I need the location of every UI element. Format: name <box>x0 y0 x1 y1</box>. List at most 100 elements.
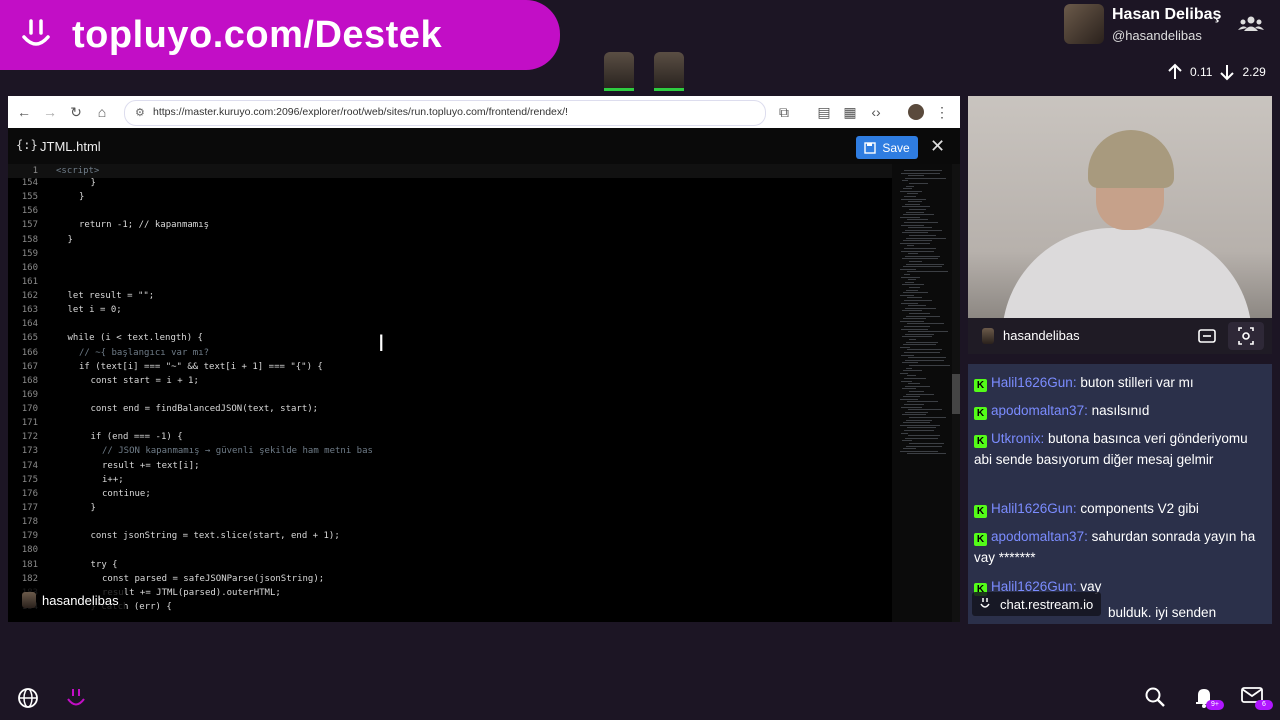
search-icon[interactable] <box>1144 686 1166 708</box>
line-number: 178 <box>21 517 38 528</box>
menu-icon[interactable]: ⋮ <box>934 104 950 120</box>
avatar <box>22 592 36 608</box>
viewer-avatars <box>604 52 684 92</box>
minimap-line <box>907 453 946 455</box>
minimap-line <box>908 409 942 411</box>
minimap-line <box>908 435 940 437</box>
close-icon[interactable]: ✕ <box>930 137 945 155</box>
minimap-line <box>901 302 918 304</box>
home-icon[interactable]: ⌂ <box>94 104 110 120</box>
code-text: // JSON kapanmamış → güvenli şekilde ham… <box>102 446 373 457</box>
line-number: 177 <box>21 502 38 513</box>
file-name: JTML.html <box>40 139 101 154</box>
code-line: 163 let i = 0; <box>8 303 892 317</box>
streamer-header: Hasan Delibaş @hasandelibas <box>1064 4 1280 52</box>
code-text: i++; <box>102 474 124 485</box>
chat-username[interactable]: Halil1626Gun <box>991 375 1073 390</box>
bandwidth-stats: 0.11 2.29 <box>1166 62 1280 82</box>
smile-icon <box>22 19 50 46</box>
reading-mode-icon[interactable]: ▤ <box>816 104 832 120</box>
minimap-line <box>905 255 940 257</box>
minimap-line <box>907 219 928 221</box>
chat-message: Kapodomaltan37: sahurdan sonrada yayın h… <box>974 526 1264 568</box>
code-minimap[interactable] <box>892 164 952 622</box>
webcam-name: hasandelibas <box>1003 328 1080 343</box>
code-text: result += text[i]; <box>102 460 200 471</box>
minimap-line <box>905 177 946 179</box>
streamer-handle: @hasandelibas <box>1112 28 1202 43</box>
minimap-line <box>904 248 936 249</box>
line-number: 171 <box>21 418 38 429</box>
chat-source: chat.restream.io <box>1000 596 1094 612</box>
code-line: 164 <box>8 317 892 331</box>
chat-username[interactable]: apodomaltan37 <box>991 403 1084 418</box>
line-number: 173 <box>21 446 38 457</box>
save-button[interactable]: Save <box>856 136 918 159</box>
avatar[interactable] <box>1064 4 1104 44</box>
minimap-line <box>900 372 908 374</box>
fullscreen-button[interactable] <box>1228 322 1264 350</box>
back-icon[interactable]: ← <box>16 104 32 120</box>
chat-message: K Halil1626Gun: buton stilleri var mı <box>974 372 1264 393</box>
chat-text: buton stilleri var mı <box>1080 375 1194 390</box>
minimap-line <box>902 310 922 312</box>
code-text: try { <box>90 559 118 570</box>
minimap-line <box>906 211 924 213</box>
minimap-line <box>900 450 938 452</box>
chat-username[interactable]: Utkronix <box>991 431 1041 446</box>
chat-footer: chat.restream.io <box>972 592 1102 616</box>
editor-scrollbar[interactable] <box>952 164 960 622</box>
chat-username[interactable]: apodomaltan37 <box>991 529 1084 544</box>
minimap-line <box>904 300 932 301</box>
minimap-line <box>904 196 916 197</box>
minimap-line <box>903 448 916 450</box>
globe-icon[interactable] <box>16 686 40 710</box>
devtools-icon[interactable]: ‹› <box>868 104 884 120</box>
minimap-line <box>905 229 942 231</box>
chat-username[interactable]: Halil1626Gun <box>991 501 1073 516</box>
minimap-line <box>907 297 922 299</box>
site-info-icon[interactable]: ⚙ <box>135 106 145 119</box>
code-line: 172 if (end === -1) { <box>8 430 892 444</box>
minimap-line <box>904 352 940 353</box>
minimap-line <box>906 289 918 291</box>
code-text: } <box>79 192 85 203</box>
chat-text: components V2 gibi <box>1080 501 1199 516</box>
editor-header: {:} JTML.html Save ✕ <box>8 128 960 164</box>
minimap-line <box>905 385 930 387</box>
minimap-line <box>902 206 930 208</box>
code-line: 179 const jsonString = text.slice(start, … <box>8 529 892 543</box>
focus-icon <box>1238 327 1254 345</box>
extensions-icon[interactable]: ⧉ <box>776 104 792 120</box>
minimap-line <box>908 253 918 255</box>
minimap-line <box>903 266 942 268</box>
address-bar[interactable]: ⚙ https://master.kuruyo.com:2096/explore… <box>124 100 766 126</box>
reload-icon[interactable]: ↻ <box>68 104 84 120</box>
minimap-line <box>901 432 908 434</box>
topluyo-logo-icon[interactable] <box>64 686 88 710</box>
minimap-line <box>902 258 938 260</box>
minimap-line <box>906 393 934 395</box>
minimap-line <box>900 398 918 400</box>
theater-mode-icon[interactable] <box>1198 328 1216 344</box>
minimap-line <box>907 375 916 377</box>
minimap-line <box>904 326 930 327</box>
line-number: 162 <box>21 291 38 302</box>
kick-badge-icon: K <box>974 435 987 448</box>
forward-icon[interactable]: → <box>42 104 58 120</box>
users-icon[interactable] <box>1238 14 1264 34</box>
profile-icon[interactable] <box>908 104 924 120</box>
minimap-line <box>907 193 918 195</box>
minimap-line <box>907 427 936 429</box>
line-number: 169 <box>21 389 38 400</box>
minimap-line <box>901 328 928 330</box>
scrollbar-thumb[interactable] <box>952 374 960 414</box>
minimap-line <box>907 245 914 247</box>
apps-icon[interactable]: ▦ <box>842 104 858 120</box>
code-text: const end = findBalancedJSON(text, start… <box>90 404 319 415</box>
code-editor[interactable]: 1 <script> 154} 155} 156 157 return -1; // kap… <box>8 164 892 622</box>
minimap-line <box>905 333 934 335</box>
minimap-line <box>903 214 934 216</box>
minimap-line <box>905 359 944 361</box>
minimap-line <box>909 443 944 444</box>
